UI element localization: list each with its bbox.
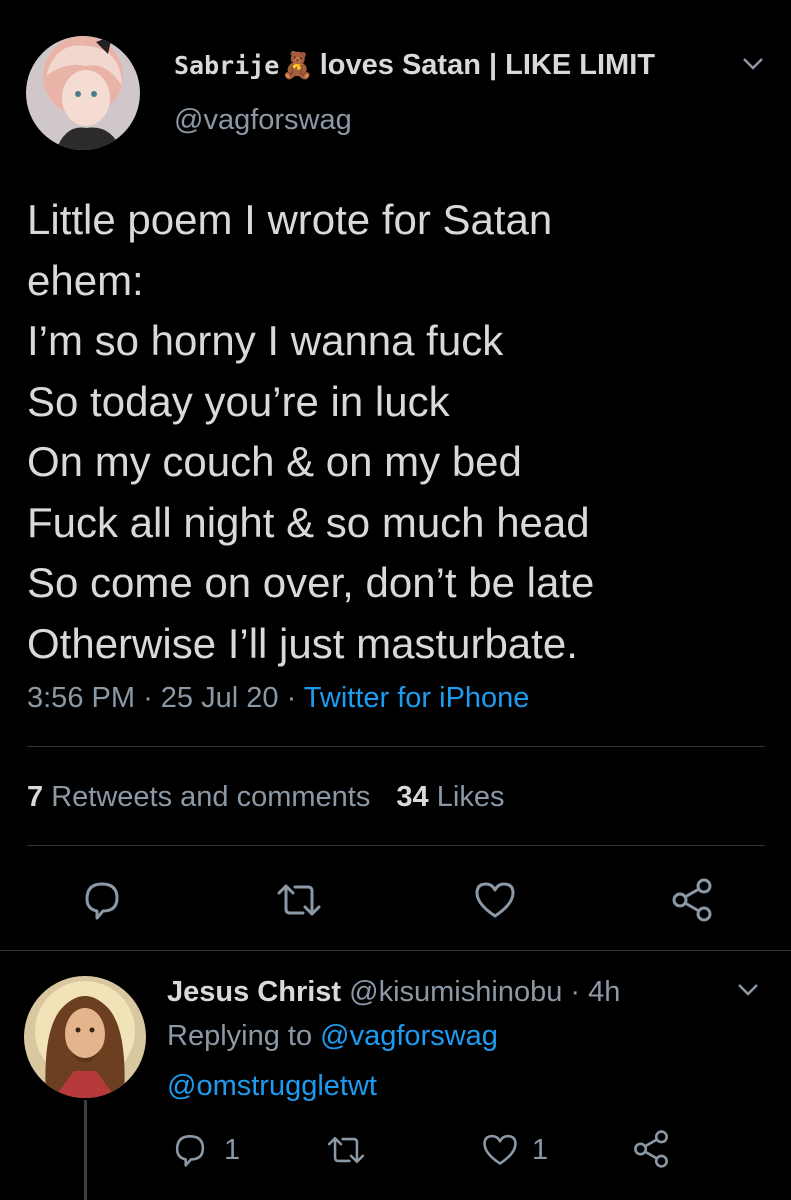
tweet-line: On my couch & on my bed (27, 438, 522, 485)
retweets-count: 7 (27, 781, 44, 813)
replying-to: Replying to @vagforswag (167, 1020, 498, 1053)
author-name[interactable]: Sabrije 🧸 loves Satan | LIKE LIMIT (174, 48, 655, 82)
thread-line (84, 1100, 87, 1200)
divider (0, 950, 791, 951)
reply-icon[interactable] (170, 1132, 210, 1168)
reply-avatar[interactable] (24, 976, 146, 1098)
reply-author-handle[interactable]: @kisumishinobu (349, 976, 562, 1008)
heart-icon[interactable] (480, 1131, 520, 1167)
tweet-line: Fuck all night & so much head (27, 498, 590, 546)
retweets-stat[interactable]: 7 Retweets and comments (27, 781, 378, 813)
replying-to-label: Replying to (167, 1020, 313, 1052)
heart-icon[interactable] (472, 878, 518, 920)
tweet-line: So come on over, don’t be late (27, 559, 595, 606)
divider (27, 845, 765, 846)
tweet-line: ehem: (27, 256, 144, 304)
teddy-bear-emoji: 🧸 (281, 49, 314, 80)
chevron-down-icon[interactable] (736, 982, 760, 998)
share-icon[interactable] (630, 1129, 672, 1169)
reply-icon[interactable] (79, 879, 125, 921)
reply-count: 1 (224, 1134, 241, 1166)
retweet-icon[interactable] (324, 1134, 368, 1166)
share-icon[interactable] (668, 877, 716, 923)
author-name-part2: loves Satan | LIKE LIMIT (319, 48, 655, 81)
likes-count: 34 (396, 781, 429, 813)
meta-separator: · (286, 682, 297, 714)
meta-separator: · (143, 682, 153, 714)
chevron-down-icon[interactable] (741, 56, 765, 72)
retweet-icon[interactable] (273, 881, 325, 919)
reply-avatar-image (24, 976, 146, 1098)
reply-header: Jesus Christ @kisumishinobu · 4h (167, 976, 620, 1009)
author-avatar[interactable] (26, 36, 140, 150)
tweet-line: I’m so horny I wanna fuck (27, 317, 504, 364)
retweets-label: Retweets and comments (51, 781, 371, 813)
likes-label: Likes (436, 781, 505, 813)
author-name-part1: Sabrije (174, 50, 280, 80)
reply-age: 4h (588, 976, 621, 1008)
reply-mention[interactable]: @omstruggletwt (167, 1070, 377, 1103)
tweet-time: 3:56 PM (27, 682, 135, 714)
likes-stat[interactable]: 34 Likes (396, 781, 504, 813)
tweet-meta: 3:56 PM · 25 Jul 20 · Twitter for iPhone (27, 682, 529, 715)
meta-separator: · (570, 976, 581, 1008)
reply-author-name[interactable]: Jesus Christ (167, 976, 341, 1008)
tweet-stats: 7 Retweets and comments 34 Likes (27, 781, 504, 814)
tweet-source-link[interactable]: Twitter for iPhone (304, 682, 530, 714)
tweet-text: Little poem I wrote for Satan ehem: I’m … (27, 190, 594, 674)
author-avatar-image (26, 36, 140, 150)
tweet-date: 25 Jul 20 (160, 682, 279, 714)
replying-to-handle[interactable]: @vagforswag (320, 1020, 498, 1052)
author-handle[interactable]: @vagforswag (174, 104, 352, 137)
tweet-line: Little poem I wrote for Satan (27, 196, 553, 243)
divider (27, 746, 765, 747)
tweet-line: Otherwise I’ll just masturbate. (27, 619, 578, 667)
like-count: 1 (532, 1134, 549, 1166)
tweet-line: So today you’re in luck (27, 377, 450, 425)
